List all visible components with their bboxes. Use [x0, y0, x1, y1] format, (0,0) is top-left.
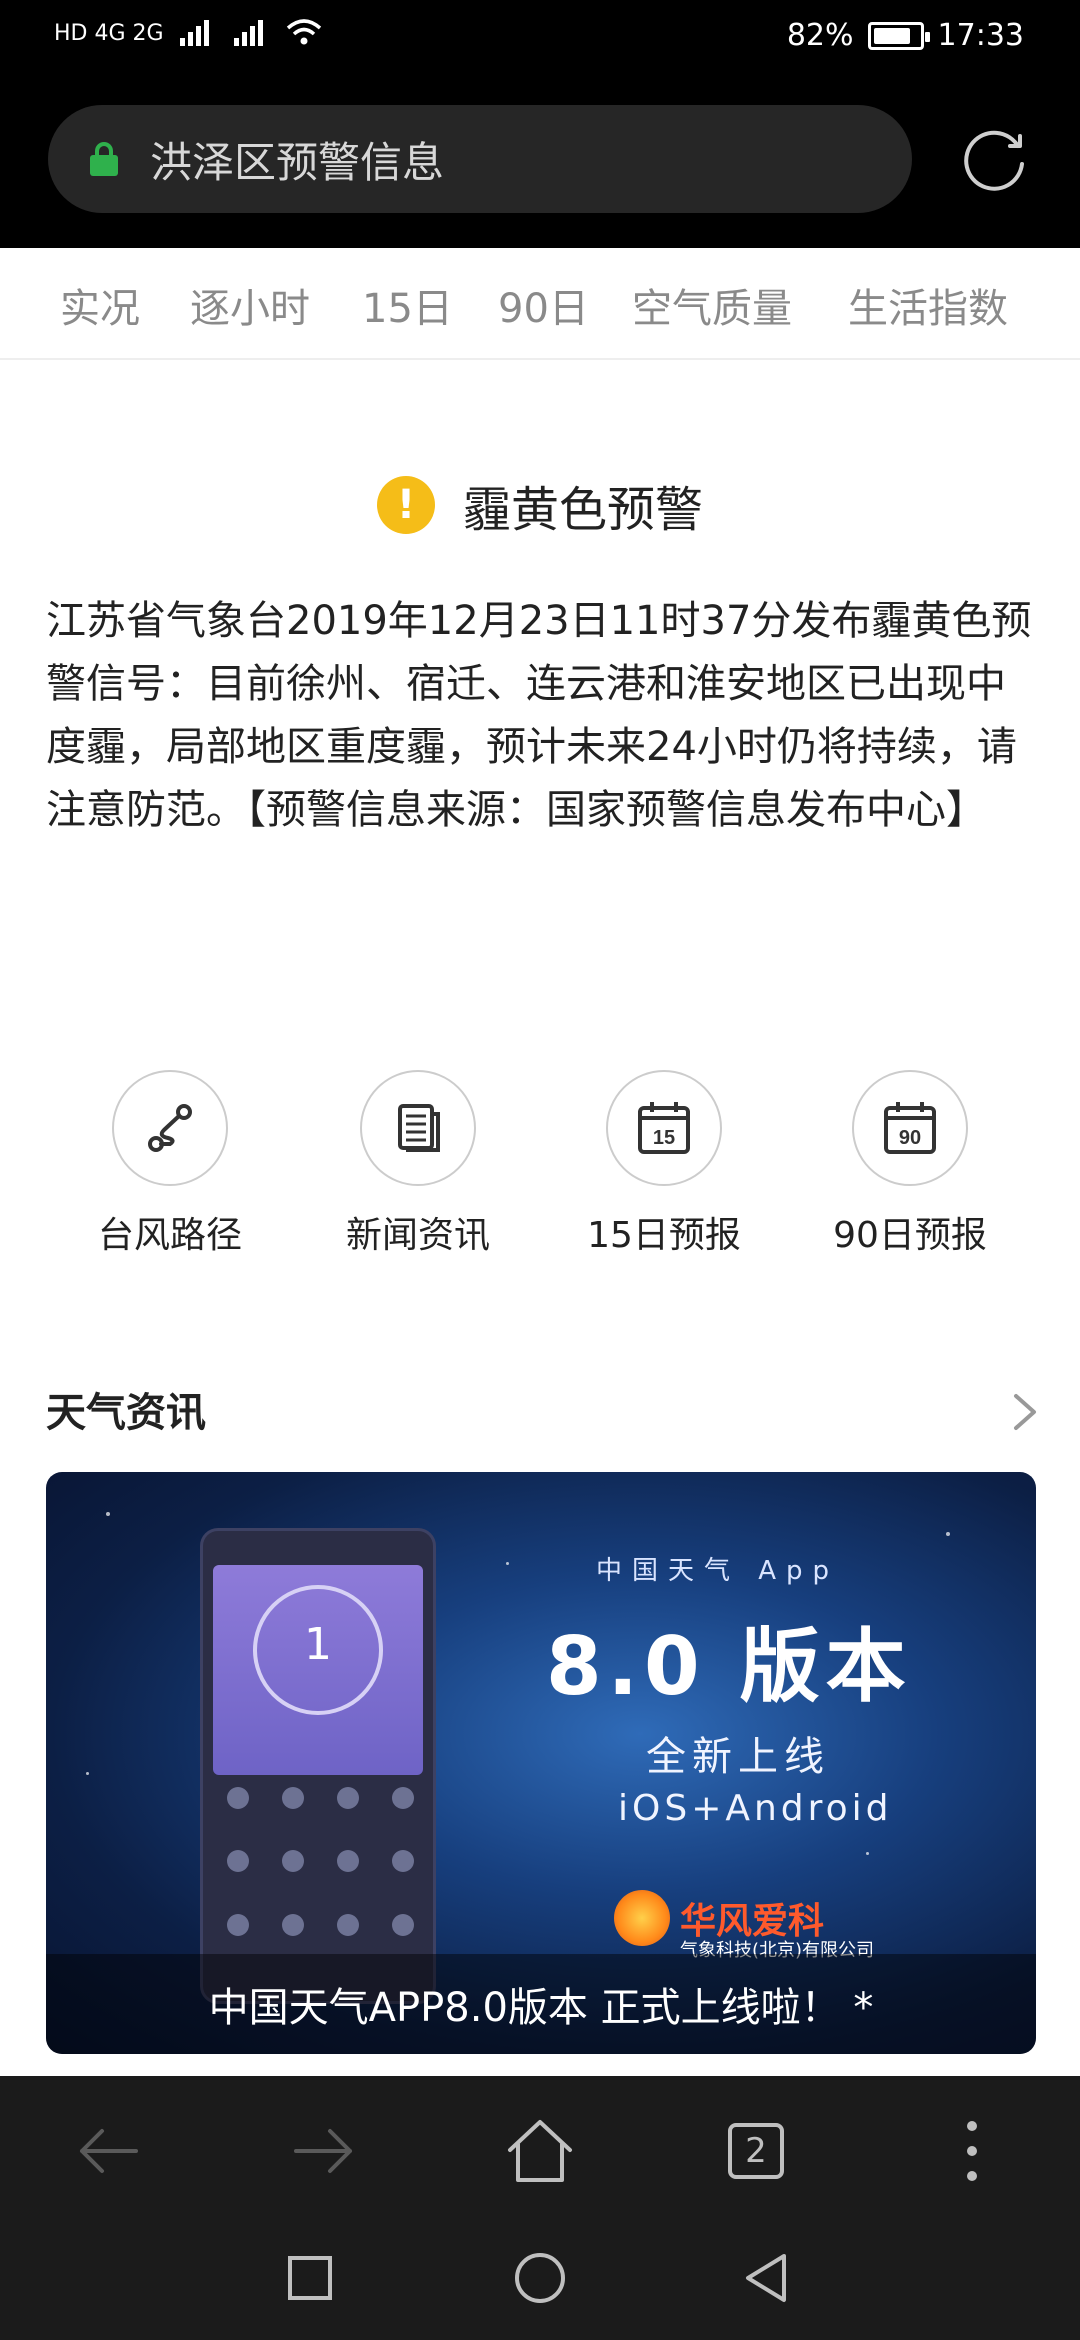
phone-grid-dot [226, 1850, 249, 1873]
tab-live[interactable]: 实况 [60, 276, 140, 334]
warning-body: 江苏省气象台2019年12月23日11时37分发布霾黄色预警信号：目前徐州、宿迁… [46, 598, 1032, 833]
calendar-15-badge: 15 [653, 1127, 675, 1149]
star [946, 1532, 950, 1536]
browser-top-bar: HD 4G 2G 82% 17:33 洪泽区预警信息 [0, 0, 1080, 248]
phone-icon-grid [215, 1787, 425, 1967]
forward-arrow-icon[interactable] [284, 2116, 364, 2186]
battery-percent: 82% [786, 18, 854, 53]
quick-link-typhoon[interactable]: 台风路径 [70, 1070, 270, 1260]
network-indicators: HD 4G 2G [54, 20, 164, 46]
banner-caption[interactable]: 中国天气APP8.0版本 正式上线啦！ * [46, 1954, 1036, 2054]
status-right: 82% 17:33 [787, 18, 1024, 53]
banner-brand: 华风爱科 气象科技(北京)有限公司 [614, 1890, 874, 1961]
phone-grid-dot [336, 1787, 359, 1809]
wifi-icon [286, 19, 321, 45]
system-nav-bar [0, 2224, 1080, 2340]
phone-grid-dot [281, 1850, 304, 1873]
phone-grid-dot [226, 1787, 249, 1809]
phone-grid-dot [281, 1913, 304, 1936]
square-icon[interactable] [280, 2248, 340, 2308]
address-text[interactable]: 洪泽区预警信息 [150, 129, 444, 190]
warning-header: ! 霾黄色预警 [0, 470, 1080, 540]
quick-link-label: 台风路径 [97, 1215, 242, 1256]
phone-grid-dot [336, 1850, 359, 1873]
star [866, 1852, 869, 1855]
news-section-title: 天气资讯 [46, 1390, 206, 1436]
quick-link-news[interactable]: 新闻资讯 [318, 1070, 518, 1260]
phone-grid-dot [336, 1913, 359, 1936]
signal-icon [179, 20, 209, 46]
phone-screen: 1 [213, 1565, 423, 1775]
news-banner[interactable]: 1 中国天气 App 8.0 版本 全新上线 iOS+Android 华风爱科 … [46, 1472, 1036, 2054]
phone-grid-dot [281, 1787, 304, 1809]
status-bar: HD 4G 2G 82% 17:33 [0, 0, 1080, 72]
banner-subtitle: 全新上线 [646, 1734, 830, 1780]
tab-switcher-button[interactable]: 2 [716, 2116, 796, 2186]
quick-link-label: 90日预报 [833, 1215, 987, 1256]
phone-mockup: 1 [200, 1528, 436, 2004]
chevron-right-icon[interactable] [1008, 1390, 1042, 1434]
tab-life-index[interactable]: 生活指数 [848, 276, 1008, 334]
home-icon[interactable] [500, 2116, 580, 2186]
back-arrow-icon[interactable] [68, 2116, 148, 2186]
typhoon-path-icon [112, 1070, 228, 1186]
quick-link-90day[interactable]: 90 90日预报 [810, 1070, 1010, 1260]
star [86, 1772, 89, 1775]
star [506, 1562, 509, 1565]
phone-grid-dot [391, 1787, 414, 1809]
lock-body [90, 155, 118, 176]
star [106, 1512, 110, 1516]
phone-grid-dot [391, 1850, 414, 1873]
phone-value: 1 [304, 1619, 332, 1670]
battery-fill [873, 27, 910, 44]
tab-90day[interactable]: 90日 [498, 276, 589, 334]
tab-count: 2 [728, 2123, 784, 2179]
signal-icon-2 [233, 20, 263, 46]
calendar-15-icon: 15 [606, 1070, 722, 1186]
address-bar[interactable]: 洪泽区预警信息 [48, 105, 912, 213]
tab-15day[interactable]: 15日 [362, 276, 453, 334]
lock-icon [90, 142, 118, 176]
tab-hourly[interactable]: 逐小时 [190, 276, 310, 334]
banner-app-line: 中国天气 App [596, 1556, 840, 1586]
quick-link-15day[interactable]: 15 15日预报 [564, 1070, 764, 1260]
circle-icon[interactable] [510, 2248, 570, 2308]
clock: 17:33 [937, 18, 1024, 53]
tab-air-quality[interactable]: 空气质量 [632, 276, 792, 334]
warning-title: 霾黄色预警 [462, 482, 703, 538]
banner-platforms: iOS+Android [618, 1788, 893, 1829]
triangle-back-icon[interactable] [738, 2248, 798, 2308]
more-vert-icon[interactable] [932, 2116, 1012, 2186]
banner-version: 8.0 版本 [546, 1620, 912, 1713]
status-left: HD 4G 2G [54, 18, 322, 48]
phone-grid-dot [391, 1913, 414, 1936]
calendar-90-badge: 90 [899, 1127, 921, 1149]
phone-grid-dot [226, 1913, 249, 1936]
quick-link-label: 15日预报 [587, 1215, 741, 1256]
news-icon [360, 1070, 476, 1186]
battery-icon [867, 21, 930, 50]
calendar-90-icon: 90 [852, 1070, 968, 1186]
weather-tabs: 实况 逐小时 15日 90日 空气质量 生活指数 [0, 248, 1080, 360]
quick-link-label: 新闻资讯 [345, 1215, 490, 1256]
refresh-icon[interactable] [960, 124, 1032, 196]
browser-toolbar: 2 [0, 2076, 1080, 2224]
alert-icon: ! [376, 476, 435, 534]
brand-logo-icon [614, 1890, 670, 1946]
